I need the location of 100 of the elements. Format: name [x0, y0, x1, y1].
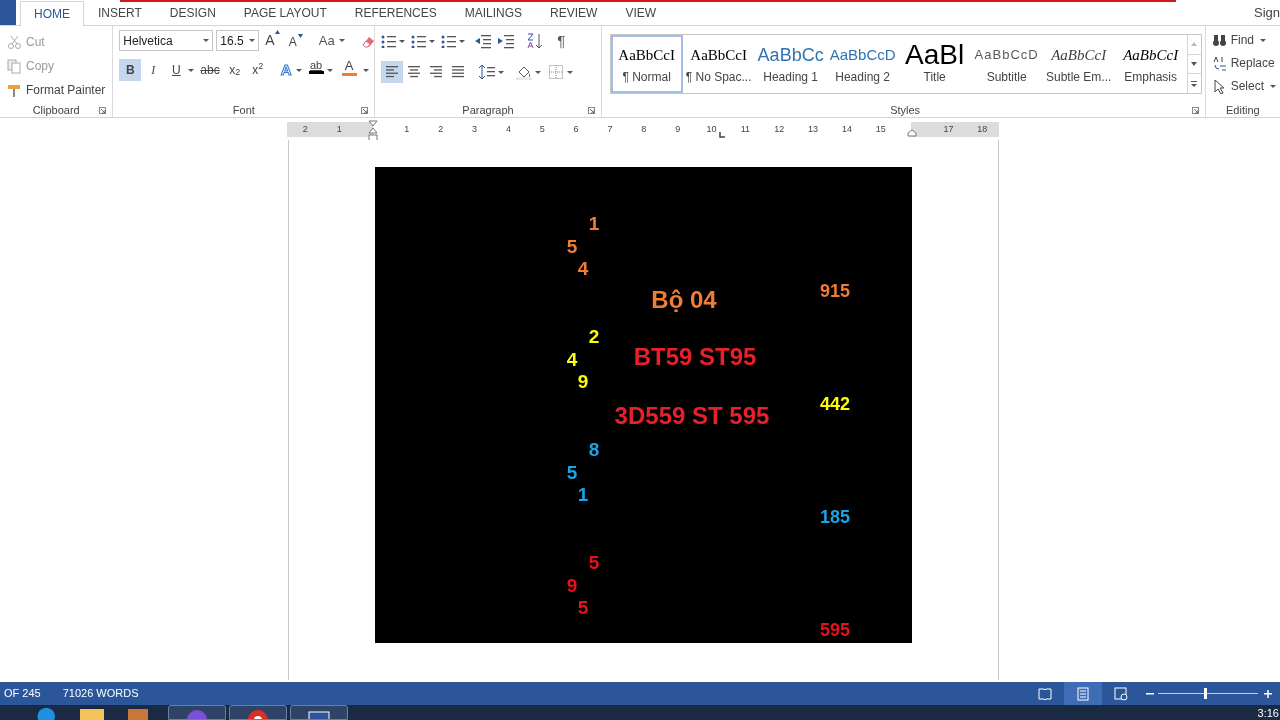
underline-button[interactable]: U: [165, 59, 188, 81]
more-styles-icon[interactable]: [1190, 80, 1199, 87]
style-name: Title: [923, 69, 946, 86]
show-formatting-marks-button[interactable]: ¶: [557, 29, 566, 53]
ribbon-tab[interactable]: INSERT: [84, 0, 156, 25]
ruler-number: 2: [437, 123, 445, 136]
read-mode-icon: [1038, 686, 1052, 701]
page-count: OF 245: [4, 686, 41, 702]
zoom-in-icon[interactable]: [1264, 689, 1272, 698]
caret-icon: [295, 68, 302, 72]
color-bar: [341, 73, 357, 76]
editing-command[interactable]: Find: [1211, 30, 1276, 50]
caret-icon: [188, 68, 195, 72]
ribbon-tab[interactable]: VIEW: [611, 0, 671, 25]
number: 915: [820, 282, 850, 300]
indent-marker-icon[interactable]: [368, 120, 378, 142]
ruler-number: 2: [301, 123, 309, 136]
ruler-number: 5: [538, 123, 546, 136]
color-bar: [308, 71, 324, 74]
ribbon-tab[interactable]: HOME: [20, 1, 84, 26]
number: 442: [820, 395, 850, 413]
prediction-text: 3D559 ST 595: [614, 404, 770, 428]
ribbon-tab[interactable]: PAGE LAYOUT: [229, 0, 341, 25]
web-layout-icon: [1114, 686, 1128, 701]
decrease-indent-icon[interactable]: [475, 33, 493, 49]
editing-command[interactable]: Replace: [1211, 53, 1276, 73]
ribbon-tab[interactable]: REVIEW: [536, 0, 612, 25]
superscript-button[interactable]: x$^{2}$: [246, 59, 269, 81]
numbering-icon[interactable]: [411, 34, 428, 48]
style-option[interactable]: AaBbCcI Subtle Em...: [1042, 35, 1115, 93]
style-option[interactable]: AaBl Title: [898, 35, 971, 93]
number: 185: [820, 508, 850, 526]
digit: 2: [588, 326, 600, 346]
style-option[interactable]: AaBbCcI ¶ Normal: [610, 35, 683, 93]
font-size-field[interactable]: 16.5: [216, 30, 260, 51]
sort-icon[interactable]: [527, 33, 544, 49]
style-option[interactable]: AaBbCc Heading 1: [754, 35, 827, 93]
ribbon-tab[interactable]: MAILINGS: [450, 0, 537, 25]
digit: 5: [566, 236, 578, 255]
dialog-launcher-icon[interactable]: [1191, 107, 1199, 114]
change-case-button[interactable]: Aa: [314, 30, 349, 51]
highlight-color-button[interactable]: ab: [306, 59, 326, 81]
style-preview: AaBbCc: [757, 43, 824, 67]
strikethrough-button[interactable]: abc: [197, 59, 223, 81]
caret-icon: [535, 70, 542, 74]
word-count[interactable]: 71026 WORDS: [62, 685, 139, 702]
font-name-field[interactable]: Helvetica: [119, 30, 214, 51]
style-option[interactable]: AaBbCcD Heading 2: [826, 35, 899, 93]
align-left-button[interactable]: [381, 61, 404, 83]
paint-bucket-icon: [516, 64, 533, 80]
bold-button[interactable]: B: [119, 59, 142, 81]
ruler-number: 10: [705, 123, 718, 136]
up-triangle-icon: [274, 30, 280, 34]
taskbar-button[interactable]: [290, 705, 348, 720]
dialog-launcher-icon[interactable]: [99, 107, 107, 114]
digit: 8: [588, 439, 600, 459]
ruler-number: 17: [942, 123, 955, 136]
scroll-down-icon[interactable]: [1190, 61, 1199, 67]
group-label: Paragraph: [462, 102, 514, 118]
caret-icon: [362, 68, 369, 72]
ribbon-tab[interactable]: DESIGN: [155, 0, 230, 25]
print-layout-button[interactable]: [1064, 682, 1102, 705]
digit: 9: [566, 575, 578, 594]
caret-icon: [1260, 38, 1266, 42]
group-label: Styles: [890, 102, 921, 118]
ribbon-tab[interactable]: REFERENCES: [340, 0, 451, 25]
style-preview: AaBbCcI: [1123, 45, 1179, 65]
style-name: Emphasis: [1124, 69, 1177, 86]
font-color-button[interactable]: A: [339, 59, 359, 81]
dialog-launcher-icon[interactable]: [361, 107, 369, 114]
grow-font-button[interactable]: A: [262, 30, 283, 51]
bullets-icon[interactable]: [381, 34, 398, 48]
digit: 4: [577, 258, 589, 278]
increase-indent-icon[interactable]: [498, 33, 516, 49]
replace-icon: [1211, 55, 1227, 71]
line-spacing-icon: [479, 64, 496, 80]
caret-icon: [498, 70, 505, 74]
taskbar-button[interactable]: [168, 705, 226, 720]
style-name: Heading 2: [835, 69, 890, 86]
zoom-slider[interactable]: [1204, 688, 1207, 699]
italic-button[interactable]: I: [142, 59, 165, 81]
style-option[interactable]: AaBbCcI ¶ No Spac...: [682, 35, 755, 93]
ruler-number: 12: [773, 123, 786, 136]
style-option[interactable]: AaBbCcI Emphasis: [1114, 35, 1187, 93]
editing-command[interactable]: Select: [1211, 76, 1276, 96]
style-preview: AaBl: [905, 42, 965, 68]
dialog-launcher-icon[interactable]: [587, 107, 595, 114]
ruler-number: 6: [572, 123, 580, 136]
clipboard-command[interactable]: Format Painter: [4, 79, 109, 101]
style-name: ¶ No Spac...: [685, 69, 752, 86]
caret-icon: [203, 39, 210, 42]
style-option[interactable]: AaBbCcD Subtitle: [970, 35, 1043, 93]
style-name: Subtitle: [986, 69, 1027, 86]
right-indent-marker-icon[interactable]: [907, 129, 917, 137]
multilevel-list-icon[interactable]: [441, 34, 458, 48]
subscript-button[interactable]: x$_{2}$: [223, 59, 246, 81]
shrink-font-button[interactable]: A: [285, 30, 306, 51]
caret-icon: [326, 68, 333, 72]
sign-in-link[interactable]: Sign: [1253, 2, 1280, 23]
caret-icon: [567, 70, 574, 74]
